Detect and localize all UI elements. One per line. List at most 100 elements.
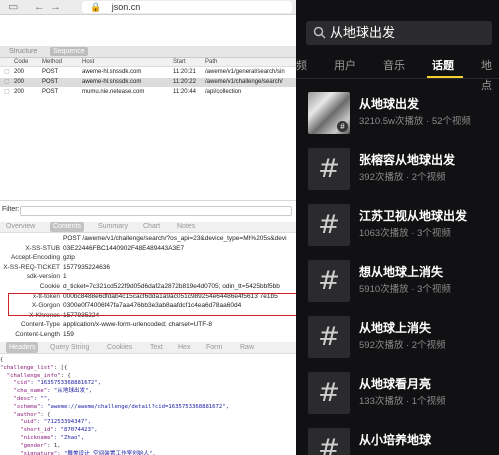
topic-thumb: # bbox=[308, 148, 350, 190]
json-value: : "舞美设计 空间装置工作室创始人", bbox=[57, 450, 156, 455]
tab-music[interactable]: 音乐 bbox=[383, 56, 405, 76]
col-start[interactable]: Start bbox=[173, 58, 186, 66]
topic-item[interactable]: # 从地球上消失 592次播放 · 2个视频 bbox=[296, 316, 499, 364]
request-icon: ▢ bbox=[4, 89, 10, 95]
app-screen: 从地球出发 频 用户 音乐 话题 地点 # 从地球出发 3210.5w次播放 · 5… bbox=[296, 0, 499, 455]
topic-title: 江苏卫视从地球出发 bbox=[359, 209, 468, 223]
topic-stats: 392次播放 · 2个视频 bbox=[359, 172, 446, 183]
tab-notes[interactable]: Notes bbox=[177, 222, 195, 232]
json-value: : "1635753368881672", bbox=[30, 380, 102, 387]
cell-start: 11:20:21 bbox=[173, 69, 196, 75]
hashtag-icon: # bbox=[318, 266, 340, 296]
back-icon[interactable]: ← bbox=[34, 0, 45, 14]
header-row[interactable]: Content-Type application/x-www-form-urlen… bbox=[0, 321, 296, 329]
col-code[interactable]: Code bbox=[14, 58, 28, 66]
json-value: : "从地球出发", bbox=[47, 388, 92, 395]
json-value: : "Zhao", bbox=[53, 435, 85, 441]
cell-method: POST bbox=[42, 89, 59, 95]
header-row[interactable]: POST /aweme/v1/challenge/search/?os_api=… bbox=[0, 235, 296, 243]
json-line: "uid": "71253394347", bbox=[0, 418, 296, 426]
col-method[interactable]: Method bbox=[42, 58, 62, 66]
table-row[interactable]: ▢ 200 POST aweme-hl.snssdk.com 11:20:21 … bbox=[0, 68, 296, 77]
header-row[interactable]: sdk-version 1 bbox=[0, 273, 296, 281]
json-key: "uid" bbox=[0, 419, 38, 426]
cell-method: POST bbox=[42, 69, 59, 75]
tab-cookies[interactable]: Cookies bbox=[107, 342, 132, 353]
topic-stats: 1063次播放 · 3个视频 bbox=[359, 228, 451, 239]
header-row[interactable]: X-SS-REQ-TICKET 1577935224636 bbox=[0, 264, 296, 272]
header-value: 1577935224636 bbox=[63, 263, 110, 271]
json-punct: : { bbox=[40, 411, 51, 418]
json-value: : "aweme://aweme/challenge/detail?cid=16… bbox=[40, 403, 230, 410]
tab-overview[interactable]: Overview bbox=[6, 222, 35, 232]
table-row[interactable]: ▢ 200 POST mumu.nie.netease.com 11:20:44… bbox=[0, 88, 296, 97]
highlight-box bbox=[8, 293, 296, 316]
header-value: 1 bbox=[63, 273, 67, 281]
json-key: "short_id" bbox=[0, 427, 54, 434]
json-key: "author" bbox=[0, 411, 41, 418]
tab-chart[interactable]: Chart bbox=[143, 222, 160, 232]
header-key: Accept-Encoding bbox=[10, 254, 60, 262]
tab-structure[interactable]: Structure bbox=[6, 47, 40, 56]
tab-form[interactable]: Form bbox=[206, 342, 222, 353]
address-bar[interactable]: 🔒 json.cn bbox=[82, 1, 292, 13]
cell-start: 11:20:44 bbox=[173, 89, 196, 95]
filter-input[interactable] bbox=[20, 206, 292, 216]
json-line: { bbox=[0, 356, 296, 364]
tab-users[interactable]: 用户 bbox=[334, 56, 356, 76]
hashtag-icon: # bbox=[318, 434, 340, 455]
json-value: : "87074423", bbox=[53, 427, 98, 434]
hashtag-icon: # bbox=[318, 322, 340, 352]
col-host[interactable]: Host bbox=[82, 58, 94, 66]
search-input[interactable]: 从地球出发 bbox=[306, 21, 492, 45]
json-key: "cha_name" bbox=[0, 388, 48, 395]
header-row[interactable]: X-SS-STUB 03E22446FBC1440902F48E489443A3E… bbox=[0, 245, 296, 253]
tab-video[interactable]: 频 bbox=[296, 56, 307, 76]
topic-title: 想从地球上消失 bbox=[359, 265, 444, 279]
topic-item[interactable]: # 从小培养地球 bbox=[296, 428, 499, 455]
filter-bar: Filter: bbox=[0, 205, 296, 216]
table-row[interactable]: ▢ 200 POST aweme-hl.snssdk.com 11:20:22 … bbox=[0, 78, 296, 87]
tab-text[interactable]: Text bbox=[150, 342, 163, 353]
topic-title: 从地球看月亮 bbox=[359, 377, 432, 391]
cell-path: /api/collection bbox=[205, 89, 242, 95]
topic-thumb: # bbox=[308, 316, 350, 358]
header-value: d_ticket=7c321cd522f9d05d6daf2a2872b819e… bbox=[63, 283, 280, 290]
json-line: "cid": "1635753368881672", bbox=[0, 379, 296, 387]
tab-sequence[interactable]: Sequence bbox=[50, 47, 88, 56]
pane-divider[interactable] bbox=[0, 200, 296, 201]
header-key: sdk-version bbox=[26, 273, 60, 281]
topic-item[interactable]: # 从地球看月亮 133次播放 · 1个视频 bbox=[296, 372, 499, 420]
tab-raw[interactable]: Raw bbox=[240, 342, 254, 353]
header-row[interactable]: Content-Length 159 bbox=[0, 331, 296, 339]
tab-contents[interactable]: Contents bbox=[50, 222, 85, 232]
tab-places[interactable]: 地点 bbox=[481, 56, 499, 96]
header-row[interactable]: Cookie d_ticket=7c321cd522f9d05d6daf2a287… bbox=[0, 283, 296, 291]
topic-item[interactable]: # 江苏卫视从地球出发 1063次播放 · 3个视频 bbox=[296, 204, 499, 252]
browser-toolbar: ▭ ← → 🔒 json.cn bbox=[0, 0, 296, 15]
tab-headers[interactable]: Headers bbox=[6, 342, 39, 353]
tab-hex[interactable]: Hex bbox=[178, 342, 190, 353]
sidebar-toggle-icon[interactable]: ▭ bbox=[8, 0, 18, 14]
search-query: 从地球出发 bbox=[330, 25, 396, 40]
result-tabs: 频 用户 音乐 话题 地点 bbox=[296, 56, 499, 92]
cell-host: aweme-hl.snssdk.com bbox=[82, 69, 142, 75]
header-value: 159 bbox=[63, 331, 74, 338]
header-key: Content-Length bbox=[15, 331, 60, 338]
header-row[interactable]: Accept-Encoding gzip bbox=[0, 254, 296, 262]
tab-topics[interactable]: 话题 bbox=[432, 56, 454, 76]
json-key: "schema" bbox=[0, 403, 41, 410]
col-path[interactable]: Path bbox=[205, 58, 217, 66]
tab-query-string[interactable]: Query String bbox=[50, 342, 89, 353]
topic-item[interactable]: # 从地球出发 3210.5w次播放 · 52个视频 bbox=[296, 92, 499, 140]
forward-icon[interactable]: → bbox=[50, 0, 61, 14]
topic-item[interactable]: # 想从地球上消失 5910次播放 · 3个视频 bbox=[296, 260, 499, 308]
json-punct: : [{ bbox=[53, 364, 68, 371]
lock-icon: 🔒 bbox=[90, 2, 102, 12]
json-key: "challenge_info" bbox=[0, 372, 61, 379]
topic-item[interactable]: # 张榕容从地球出发 392次播放 · 2个视频 bbox=[296, 148, 499, 196]
json-line: "signature": "舞美设计 空间装置工作室创始人", bbox=[0, 450, 296, 455]
request-icon: ▢ bbox=[4, 69, 10, 75]
filter-label: Filter: bbox=[2, 206, 20, 213]
tab-summary[interactable]: Summary bbox=[98, 222, 128, 232]
